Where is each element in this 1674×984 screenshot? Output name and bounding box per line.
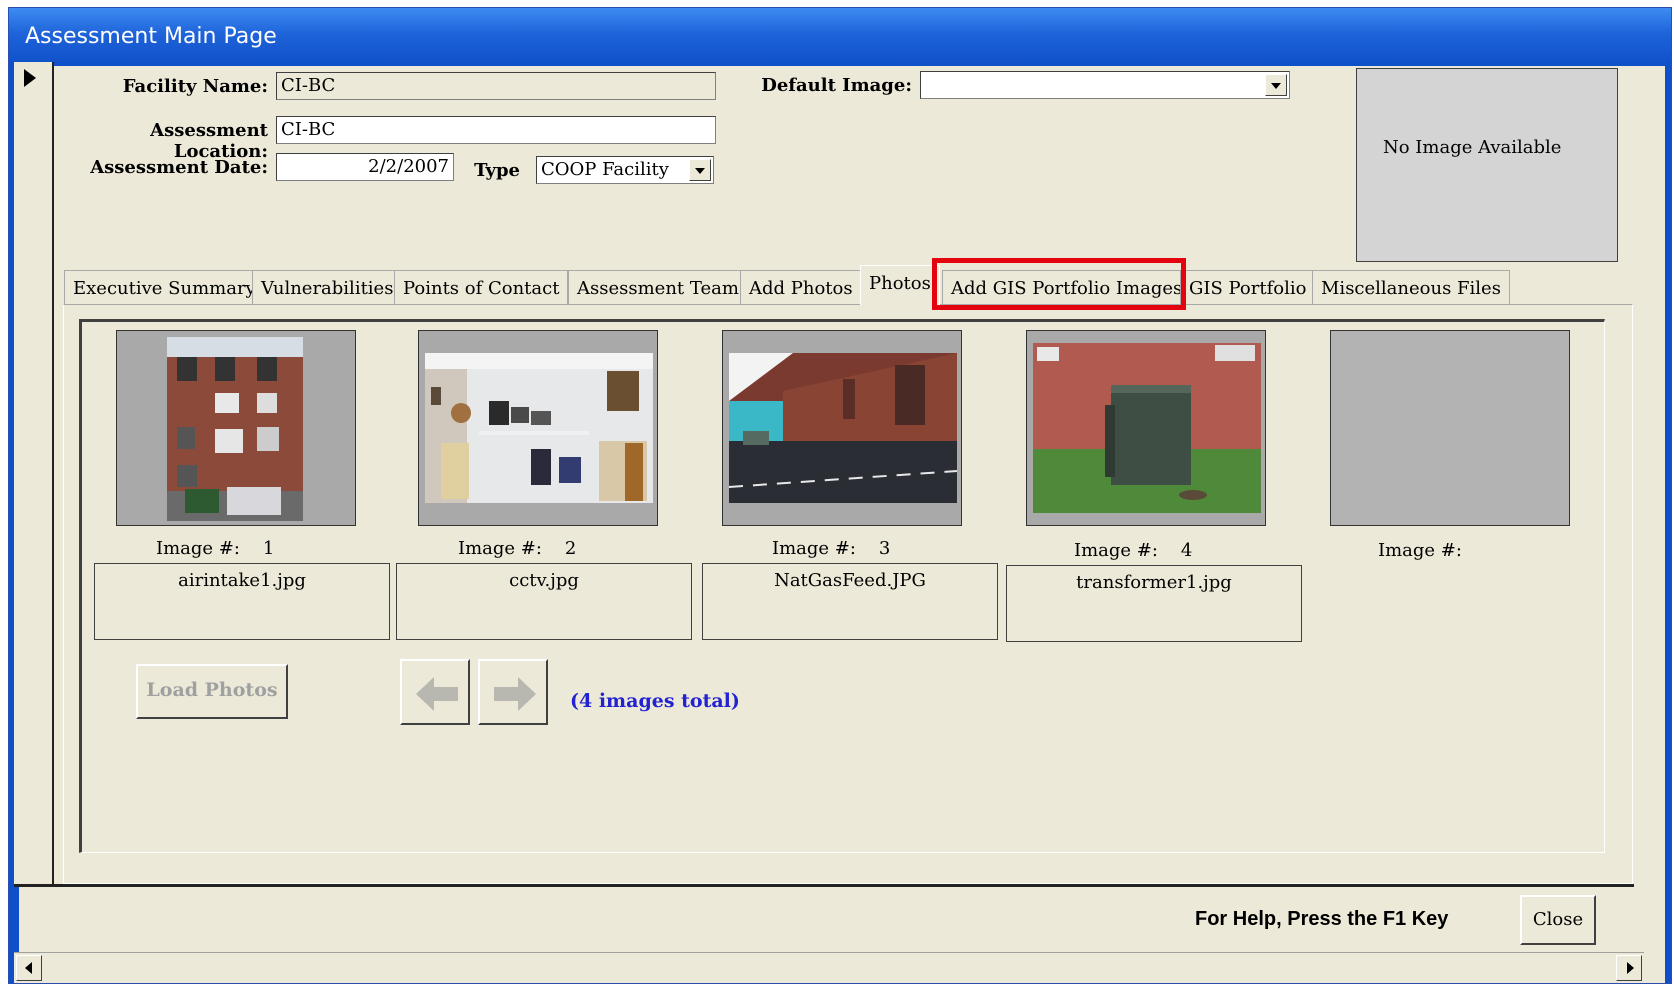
tab-executive-summary[interactable]: Executive Summary <box>64 270 265 304</box>
load-photos-button[interactable]: Load Photos <box>136 664 288 719</box>
assessment-location-field[interactable]: CI-BC <box>276 116 716 144</box>
chevron-down-icon[interactable] <box>1265 74 1287 96</box>
image-number-label-5: Image #: <box>1378 540 1485 561</box>
type-select-value: COOP Facility <box>541 159 669 180</box>
help-hint: For Help, Press the F1 Key <box>1195 908 1449 930</box>
image-label-text: Image #: <box>772 538 856 559</box>
facility-name-label: Facility Name: <box>122 76 268 97</box>
assessment-date-label: Assessment Date: <box>90 157 268 178</box>
title-bar: Assessment Main Page <box>9 8 1671 66</box>
filename-box-4[interactable]: transformer1.jpg <box>1006 565 1302 642</box>
footer-divider <box>14 884 1634 887</box>
tab-add-photos[interactable]: Add Photos <box>740 270 862 304</box>
photo-thumbnail-1[interactable] <box>116 330 356 526</box>
scroll-right-icon[interactable] <box>1616 955 1642 981</box>
arrow-left-icon <box>416 677 458 711</box>
default-image-preview: No Image Available <box>1356 68 1618 262</box>
record-selector[interactable] <box>14 62 54 886</box>
tab-miscellaneous-files[interactable]: Miscellaneous Files <box>1312 270 1510 304</box>
assessment-date-field[interactable]: 2/2/2007 <box>276 153 454 181</box>
natural-gas-feed-image <box>723 331 961 525</box>
photo-thumbnail-5[interactable] <box>1330 330 1570 526</box>
scroll-left-icon[interactable] <box>16 955 42 981</box>
tab-gis-portfolio[interactable]: GIS Portfolio <box>1180 270 1316 304</box>
image-label-text: Image #: <box>156 538 240 559</box>
close-button[interactable]: Close <box>1520 895 1596 945</box>
image-label-text: Image #: <box>458 538 542 559</box>
tab-photos[interactable]: Photos <box>860 265 940 305</box>
filename-box-2[interactable]: cctv.jpg <box>396 563 692 640</box>
image-label-text: Image #: <box>1378 540 1462 561</box>
tab-assessment-team[interactable]: Assessment Team <box>568 270 748 304</box>
image-number-label-4: Image #: 4 <box>1074 540 1192 561</box>
tab-add-gis-portfolio-images[interactable]: Add GIS Portfolio Images <box>942 270 1192 304</box>
image-number-value: 4 <box>1180 540 1193 561</box>
image-number-label-1: Image #: 1 <box>156 538 274 559</box>
image-number-value: 1 <box>262 538 275 559</box>
horizontal-scrollbar[interactable] <box>14 952 1644 983</box>
image-label-text: Image #: <box>1074 540 1158 561</box>
record-pointer-icon <box>24 69 36 87</box>
filename-box-1[interactable]: airintake1.jpg <box>94 563 390 640</box>
default-image-select[interactable] <box>920 71 1290 99</box>
image-number-value: 2 <box>564 538 577 559</box>
window-title: Assessment Main Page <box>25 24 277 49</box>
type-select[interactable]: COOP Facility <box>536 156 714 184</box>
previous-photos-button[interactable] <box>400 659 470 725</box>
image-number-value: 3 <box>878 538 891 559</box>
photo-thumbnail-2[interactable] <box>418 330 658 526</box>
tab-points-of-contact[interactable]: Points of Contact <box>394 270 569 304</box>
building-air-intake-image <box>117 331 355 525</box>
next-photos-button[interactable] <box>478 659 548 725</box>
window-frame-right <box>1665 66 1671 983</box>
transformer-image <box>1027 331 1265 525</box>
image-number-label-3: Image #: 3 <box>772 538 890 559</box>
filename-box-3[interactable]: NatGasFeed.JPG <box>702 563 998 640</box>
type-label: Type <box>474 160 520 181</box>
default-image-label: Default Image: <box>761 75 912 96</box>
images-total-count: (4 images total) <box>570 690 740 712</box>
photo-thumbnail-3[interactable] <box>722 330 962 526</box>
arrow-right-icon <box>494 677 536 711</box>
facility-name-field[interactable]: CI-BC <box>276 72 716 100</box>
cctv-room-image <box>419 331 657 525</box>
no-image-text: No Image Available <box>1383 137 1562 158</box>
chevron-down-icon[interactable] <box>689 159 711 181</box>
assessment-location-label: Assessment Location: <box>150 120 268 162</box>
image-number-label-2: Image #: 2 <box>458 538 576 559</box>
photo-thumbnail-4[interactable] <box>1026 330 1266 526</box>
tab-vulnerabilities[interactable]: Vulnerabilities <box>252 270 403 304</box>
